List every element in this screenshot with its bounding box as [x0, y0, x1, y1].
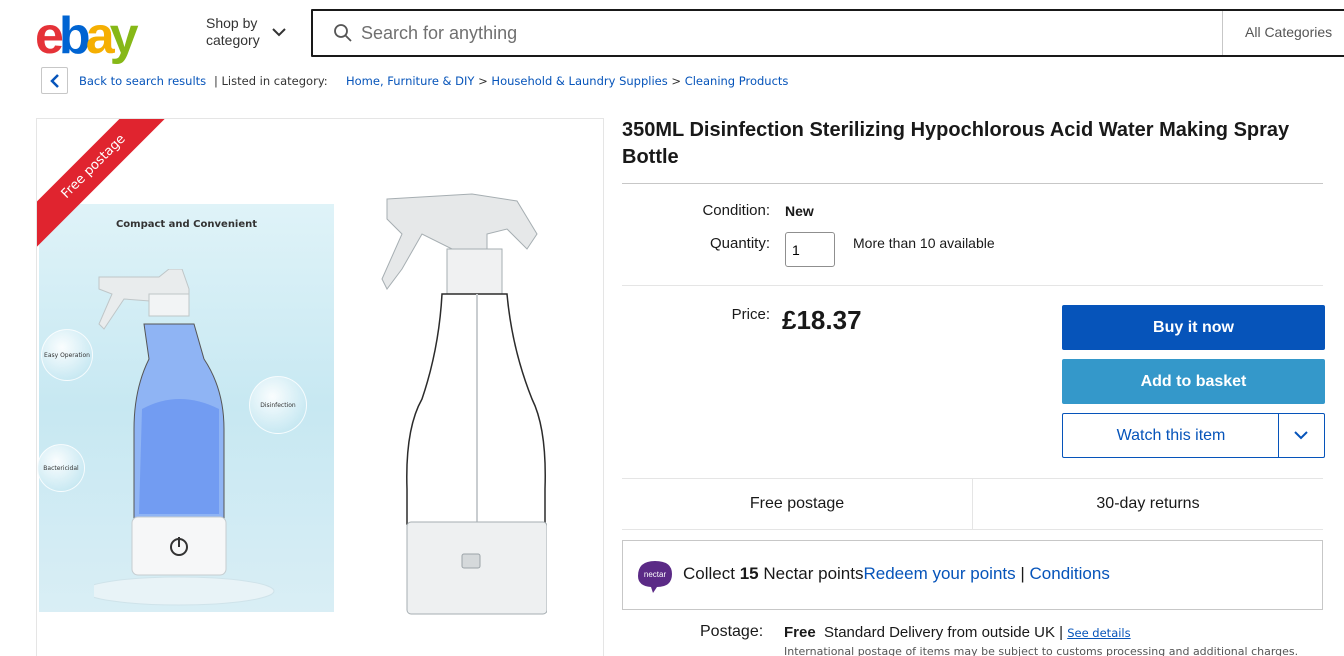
breadcrumb-separator: > — [671, 74, 682, 88]
shop-by-line1: Shop by — [206, 15, 258, 31]
nectar-separator: | — [1015, 564, 1030, 583]
shop-by-line2: category — [206, 32, 260, 48]
logo-letter-y: y — [109, 7, 139, 65]
nectar-logo-icon: nectar — [638, 561, 672, 593]
breadcrumb-cleaning[interactable]: Cleaning Products — [685, 74, 789, 88]
collect-suffix: Nectar points — [758, 564, 864, 583]
breadcrumb-separator: > — [478, 74, 488, 88]
bubble-easy-operation: Easy Operation — [41, 329, 93, 381]
postage-value: Free Standard Delivery from outside UK |… — [784, 624, 1131, 641]
postage-method: Standard Delivery from outside UK | — [824, 624, 1064, 641]
search-icon — [334, 24, 352, 42]
search-divider — [1222, 11, 1223, 55]
product-image-gallery[interactable]: Free postage Compact and Convenient Easy… — [36, 118, 604, 656]
logo-letter-e: e — [35, 7, 64, 65]
logo-letter-a: a — [85, 7, 115, 65]
redeem-points-link[interactable]: Redeem your points — [864, 564, 1016, 583]
condition-value: New — [785, 203, 814, 219]
chevron-down-icon[interactable] — [1293, 429, 1309, 441]
search-bar: All Categories — [311, 9, 1344, 57]
nectar-panel: nectar Collect 15 Nectar pointsRedeem yo… — [622, 540, 1323, 610]
watch-item-button[interactable]: Watch this item — [1062, 413, 1325, 458]
divider — [622, 285, 1323, 286]
back-to-results-label: Back to search results — [79, 74, 207, 88]
breadcrumb-household[interactable]: Household & Laundry Supplies — [491, 74, 667, 88]
price-value: £18.37 — [782, 305, 862, 335]
conditions-link[interactable]: Conditions — [1030, 564, 1110, 583]
nectar-logo-text: nectar — [644, 570, 667, 579]
ebay-logo[interactable]: ebay — [35, 8, 170, 64]
buy-it-now-button[interactable]: Buy it now — [1062, 305, 1325, 350]
add-to-basket-button[interactable]: Add to basket — [1062, 359, 1325, 404]
back-button[interactable] — [41, 67, 68, 94]
product-title: 350ML Disinfection Sterilizing Hypochlor… — [622, 119, 1290, 168]
listed-in-label: | Listed in category: — [214, 74, 328, 88]
promo-image: Compact and Convenient Easy Operation Di… — [37, 204, 334, 612]
postage-label: Postage: — [700, 623, 764, 640]
free-postage-text: Free postage — [749, 495, 845, 512]
price-label: Price: — [731, 306, 770, 323]
spray-bottle-lit-image — [94, 269, 275, 606]
chevron-down-icon[interactable] — [271, 26, 287, 38]
chevron-left-icon — [50, 74, 59, 88]
quantity-input[interactable] — [785, 232, 835, 267]
quantity-label: Quantity: — [709, 235, 770, 252]
back-to-results-link[interactable]: Back to search results — [79, 74, 206, 88]
returns-text: 30-day returns — [1096, 495, 1200, 512]
divider — [622, 183, 1323, 184]
free-postage-ribbon: Free postage — [37, 119, 183, 263]
postage-free: Free — [784, 624, 816, 641]
shipping-summary: Free postage 30-day returns — [622, 478, 1323, 530]
bubble-bactericidal: Bactericidal — [37, 444, 85, 492]
postage-note: International postage of items may be su… — [784, 645, 1299, 656]
category-select[interactable]: All Categories — [1245, 24, 1332, 40]
spray-bottle-image — [381, 193, 547, 615]
ribbon-label: Free postage — [37, 119, 180, 253]
shop-by-category[interactable]: Shop by category — [206, 15, 260, 49]
search-input[interactable] — [361, 21, 1201, 45]
watch-divider — [1278, 414, 1279, 457]
collect-prefix: Collect — [683, 564, 740, 583]
watch-item-label: Watch this item — [1116, 427, 1226, 444]
nectar-text: Collect 15 Nectar pointsRedeem your poin… — [683, 564, 1110, 584]
see-details-link[interactable]: See details — [1067, 626, 1130, 640]
availability-text: More than 10 available — [853, 235, 995, 251]
condition-label: Condition: — [702, 202, 770, 219]
logo-letter-b: b — [58, 7, 91, 65]
breadcrumb-home-furniture[interactable]: Home, Furniture & DIY — [346, 74, 474, 88]
nectar-points: 15 — [739, 564, 759, 583]
